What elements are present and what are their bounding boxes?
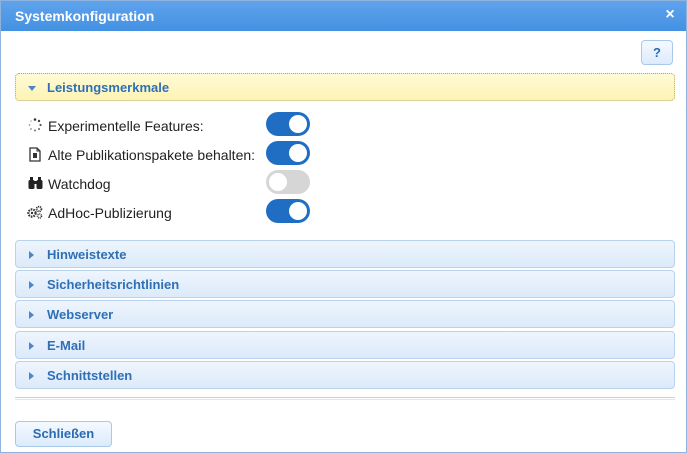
system-config-dialog: Systemkonfiguration × ? Leistungsmerkmal… (0, 0, 687, 453)
section-header-webserver[interactable]: Webserver (15, 300, 675, 328)
close-button[interactable]: Schließen (15, 421, 112, 447)
chevron-right-icon (29, 311, 34, 319)
section-label: Sicherheitsrichtlinien (47, 277, 180, 292)
help-button[interactable]: ? (641, 40, 673, 65)
feature-label: Experimentelle Features: (48, 118, 204, 134)
section-label: Hinweistexte (47, 247, 127, 262)
chevron-right-icon (29, 281, 34, 289)
section-label: Schnittstellen (47, 368, 133, 383)
toggle-old-packages[interactable] (266, 141, 310, 165)
close-icon[interactable]: × (662, 6, 678, 24)
spinner-icon (27, 118, 43, 134)
chevron-right-icon (29, 342, 34, 350)
document-icon (27, 147, 43, 163)
section-header-hinweistexte[interactable]: Hinweistexte (15, 240, 675, 268)
binoculars-icon (27, 176, 43, 192)
chevron-down-icon (28, 86, 36, 91)
feature-label: Alte Publikationspakete behalten: (48, 147, 256, 163)
feature-label: AdHoc-Publizierung (48, 205, 172, 221)
toggle-watchdog[interactable] (266, 170, 310, 194)
section-header-email[interactable]: E-Mail (15, 331, 675, 359)
section-label: Webserver (47, 307, 114, 322)
toggle-adhoc-publishing[interactable] (266, 199, 310, 223)
footer-divider (15, 397, 675, 400)
section-label: E-Mail (47, 338, 86, 353)
section-header-schnittstellen[interactable]: Schnittstellen (15, 361, 675, 389)
section-label: Leistungsmerkmale (47, 80, 170, 95)
toggle-knob (289, 144, 307, 162)
section-header-sicherheitsrichtlinien[interactable]: Sicherheitsrichtlinien (15, 270, 675, 298)
gears-icon (27, 205, 43, 221)
chevron-right-icon (29, 251, 34, 259)
chevron-right-icon (29, 372, 34, 380)
dialog-titlebar: Systemkonfiguration × (1, 1, 686, 31)
dialog-title: Systemkonfiguration (15, 8, 155, 24)
toggle-knob (289, 202, 307, 220)
toggle-knob (289, 115, 307, 133)
toggle-knob (269, 173, 287, 191)
feature-label: Watchdog (48, 176, 111, 192)
section-header-leistungsmerkmale[interactable]: Leistungsmerkmale (15, 73, 675, 101)
toggle-experimental-features[interactable] (266, 112, 310, 136)
